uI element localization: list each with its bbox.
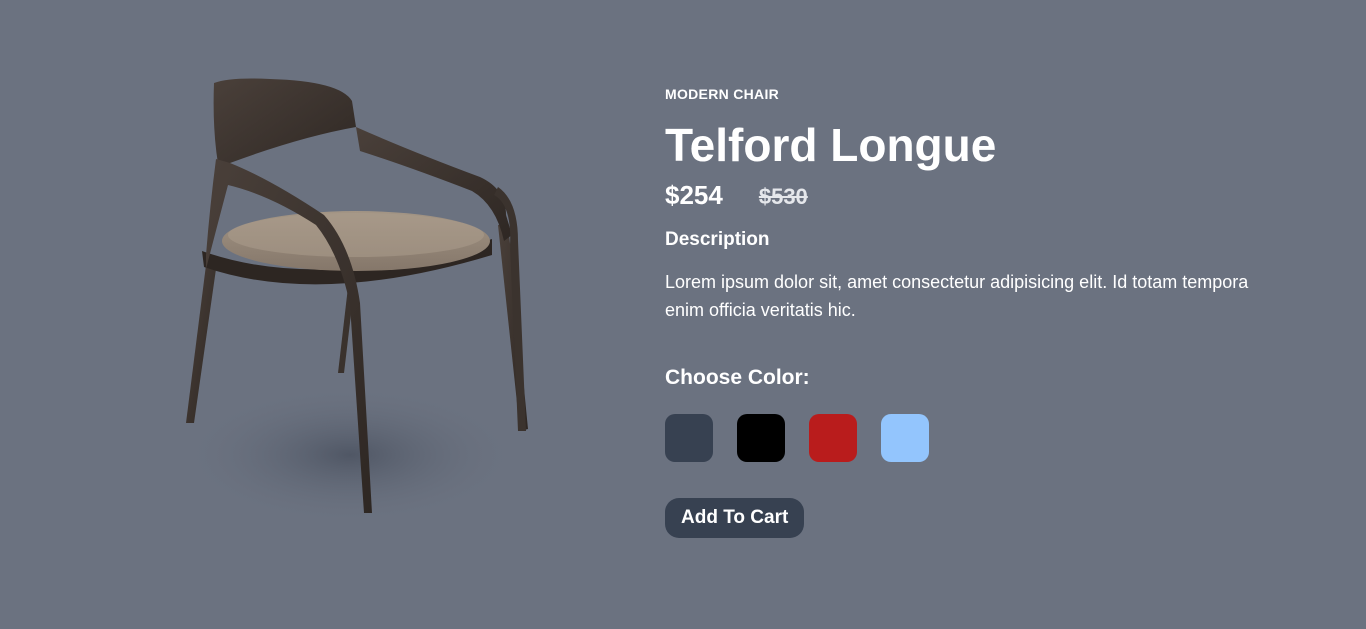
color-swatch-slate[interactable] xyxy=(665,414,713,462)
product-category: MODERN CHAIR xyxy=(665,86,780,102)
color-swatch-black[interactable] xyxy=(737,414,785,462)
product-title: Telford Longue xyxy=(665,119,997,171)
color-swatches xyxy=(665,414,929,462)
description-text: Lorem ipsum dolor sit, amet consectetur … xyxy=(665,272,1249,320)
price-row: $254 $530 xyxy=(665,180,808,211)
current-price: $254 xyxy=(665,180,723,210)
add-to-cart-button[interactable]: Add To Cart xyxy=(665,498,805,538)
chair-product-image xyxy=(120,55,590,555)
color-swatch-red[interactable] xyxy=(809,414,857,462)
color-swatch-light-blue[interactable] xyxy=(881,414,929,462)
choose-color-heading: Choose Color: xyxy=(665,366,810,389)
product-page: MODERN CHAIR Telford Longue $254 $530 De… xyxy=(0,0,1366,629)
original-price: $530 xyxy=(758,184,808,209)
description-heading: Description xyxy=(665,229,770,250)
